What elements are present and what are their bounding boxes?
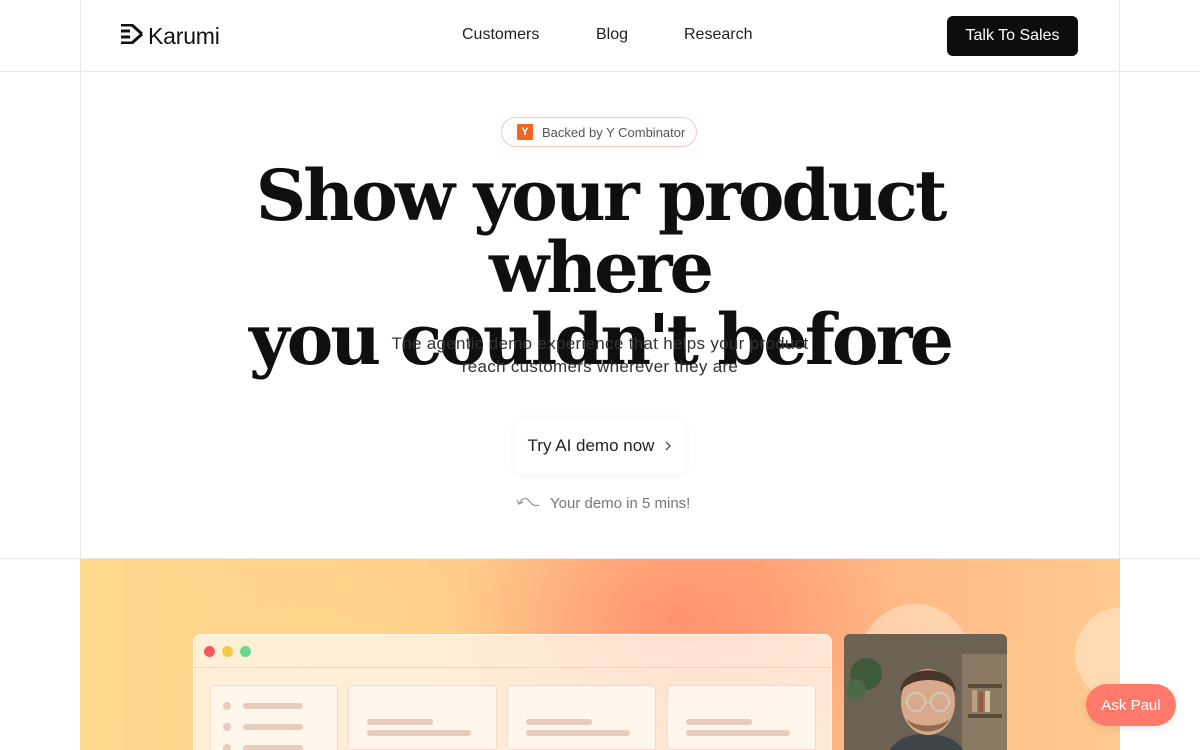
curved-arrow-icon <box>516 492 540 515</box>
nav-link-customers[interactable]: Customers <box>462 26 539 44</box>
card-placeholder <box>367 719 433 725</box>
browser-toolbar <box>194 635 831 668</box>
mockup-sidebar <box>210 685 338 750</box>
product-preview <box>80 559 1120 750</box>
karumi-chevrons-icon <box>121 23 144 49</box>
ask-paul-button[interactable]: Ask Paul <box>1086 684 1176 726</box>
brand-name: Karumi <box>148 22 220 49</box>
card-placeholder <box>526 730 630 736</box>
hero-subheadline: The agentic demo experience that helps y… <box>350 332 850 378</box>
sidebar-bullet-icon <box>223 702 231 710</box>
try-ai-demo-button[interactable]: Try AI demo now <box>515 418 685 474</box>
card-placeholder <box>686 730 790 736</box>
maximize-dot-icon <box>240 645 251 657</box>
yc-badge-text: Backed by Y Combinator <box>542 124 686 140</box>
mockup-card <box>667 685 816 750</box>
y-combinator-icon: Y <box>517 124 533 140</box>
right-guide-line <box>1119 0 1120 559</box>
mockup-card <box>348 685 497 750</box>
presenter-portrait <box>844 634 1007 750</box>
minimize-dot-icon <box>222 645 233 657</box>
presenter-video[interactable] <box>844 634 1007 750</box>
nav-link-research[interactable]: Research <box>684 26 752 44</box>
card-placeholder <box>686 719 752 725</box>
card-placeholder <box>367 730 471 736</box>
try-ai-demo-label: Try AI demo now <box>527 436 655 455</box>
yc-badge[interactable]: Y Backed by Y Combinator <box>501 117 697 147</box>
mockup-card <box>507 685 656 750</box>
left-guide-line <box>80 0 81 559</box>
sidebar-placeholder <box>243 745 303 750</box>
sidebar-placeholder <box>243 724 303 730</box>
nav-link-blog[interactable]: Blog <box>596 26 628 44</box>
sidebar-bullet-icon <box>223 723 231 731</box>
demo-note-text: Your demo in 5 mins! <box>550 495 691 512</box>
chevron-right-icon <box>664 438 672 454</box>
sidebar-bullet-icon <box>223 744 231 750</box>
talk-to-sales-button[interactable]: Talk To Sales <box>947 16 1078 56</box>
subheadline-line-1: The agentic demo experience that helps y… <box>391 334 809 353</box>
card-placeholder <box>526 719 592 725</box>
brand-logo[interactable]: Karumi <box>121 22 220 50</box>
subheadline-line-2: reach customers wherever they are <box>461 357 739 376</box>
nav-divider <box>0 71 1200 72</box>
sidebar-placeholder <box>243 703 303 709</box>
headline-line-1: Show your product where <box>255 154 948 309</box>
browser-mockup <box>193 634 832 750</box>
demo-note: Your demo in 5 mins! <box>516 492 690 515</box>
close-dot-icon <box>204 645 215 657</box>
